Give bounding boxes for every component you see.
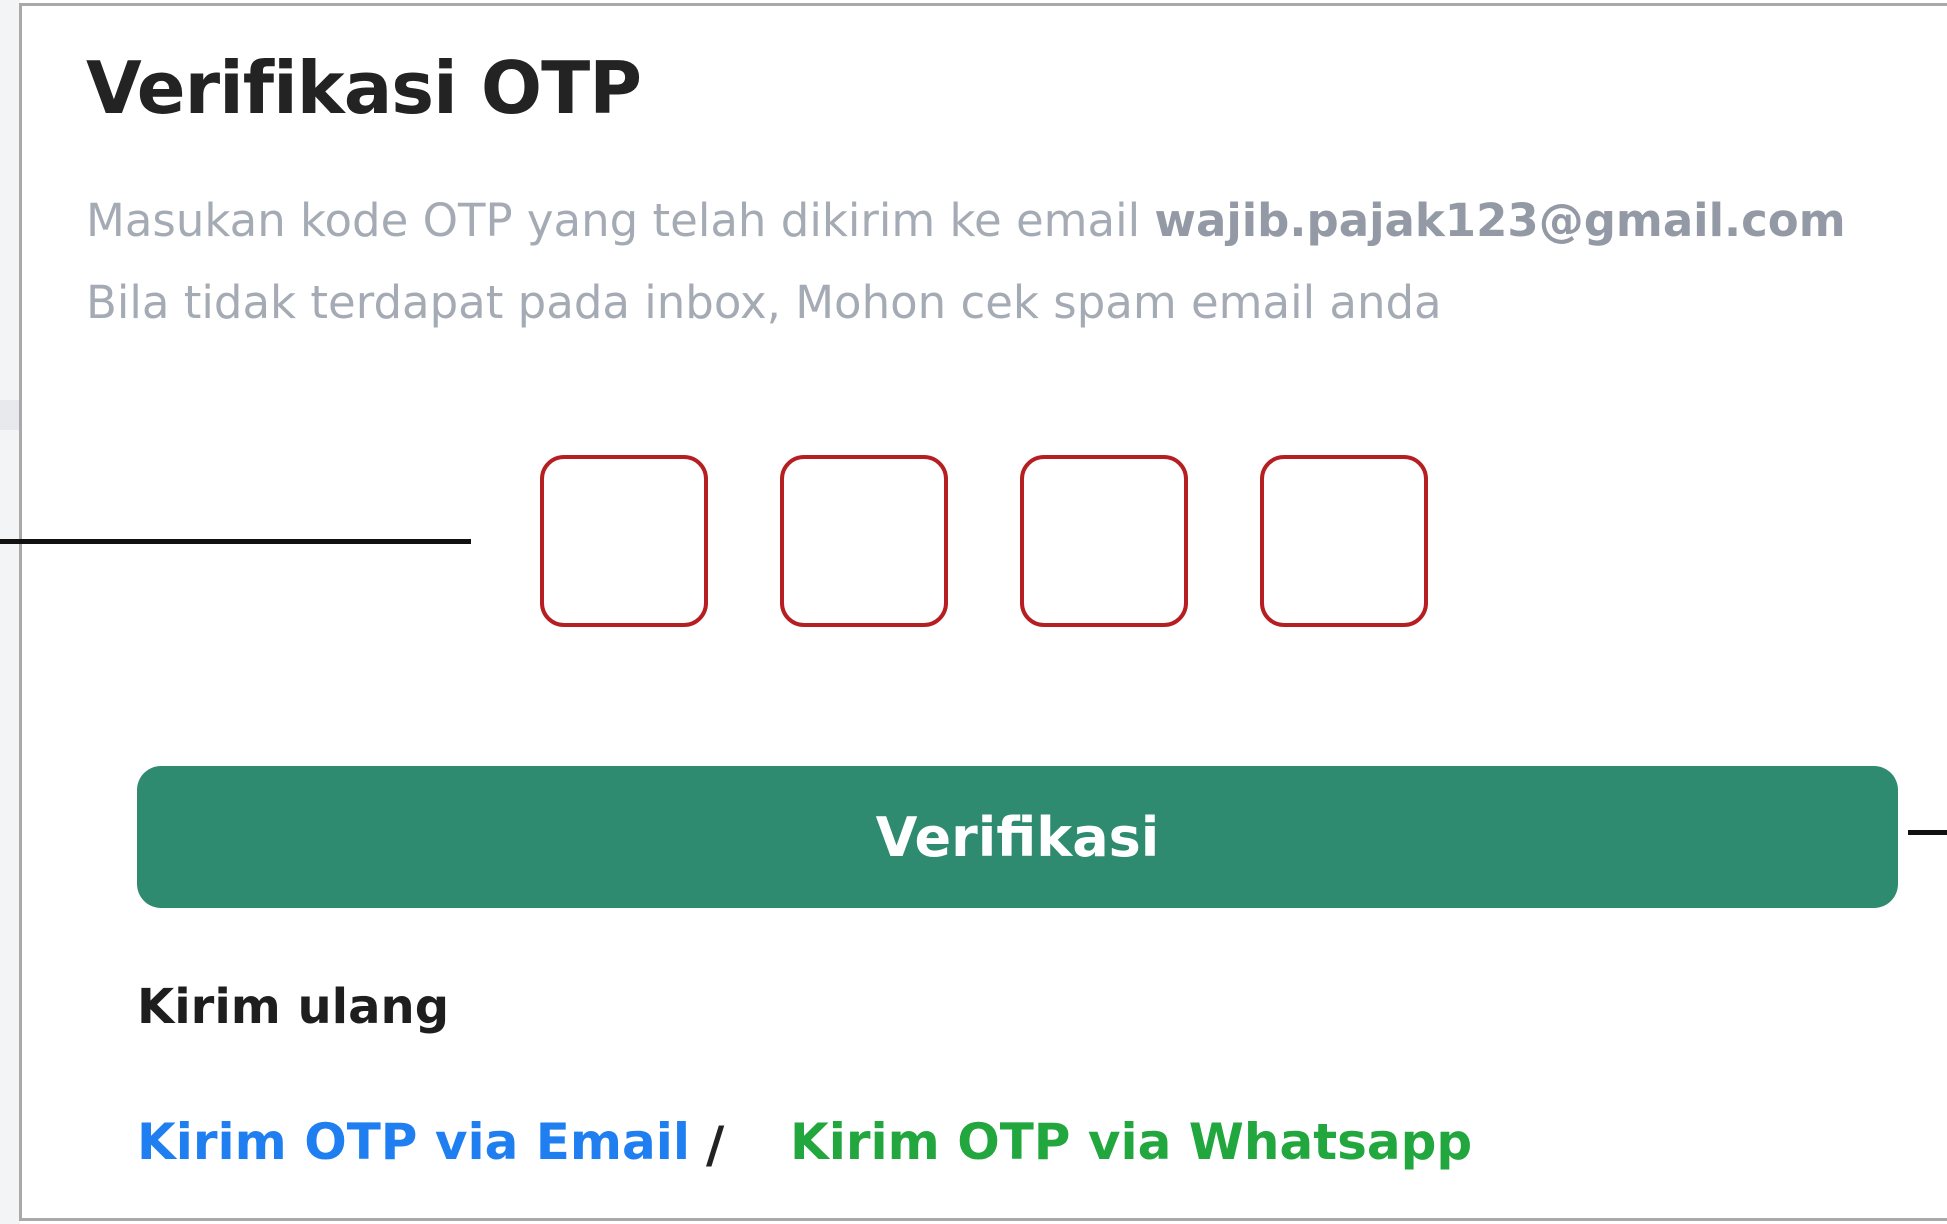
otp-verification-card: Verifikasi OTP Masukan kode OTP yang tel… xyxy=(19,3,1947,1221)
annotation-line-right xyxy=(1908,830,1947,835)
page-title: Verifikasi OTP xyxy=(86,46,642,130)
spam-hint: Bila tidak terdapat pada inbox, Mohon ce… xyxy=(86,276,1442,329)
otp-instruction-text: Masukan kode OTP yang telah dikirim ke e… xyxy=(86,194,1155,247)
annotation-line-left xyxy=(0,539,471,544)
resend-otp-email-link[interactable]: Kirim OTP via Email xyxy=(137,1113,690,1171)
otp-digit-input-1[interactable] xyxy=(540,455,708,627)
background-band xyxy=(0,400,20,430)
background-panel xyxy=(0,0,20,1224)
otp-digit-input-3[interactable] xyxy=(1020,455,1188,627)
otp-digit-input-2[interactable] xyxy=(780,455,948,627)
recipient-email: wajib.pajak123@gmail.com xyxy=(1154,194,1846,247)
resend-otp-whatsapp-link[interactable]: Kirim OTP via Whatsapp xyxy=(790,1113,1472,1171)
otp-instruction: Masukan kode OTP yang telah dikirim ke e… xyxy=(86,194,1846,247)
link-separator: / xyxy=(706,1116,725,1174)
otp-digit-input-4[interactable] xyxy=(1260,455,1428,627)
verify-button[interactable]: Verifikasi xyxy=(137,766,1898,908)
resend-label: Kirim ulang xyxy=(137,979,450,1035)
